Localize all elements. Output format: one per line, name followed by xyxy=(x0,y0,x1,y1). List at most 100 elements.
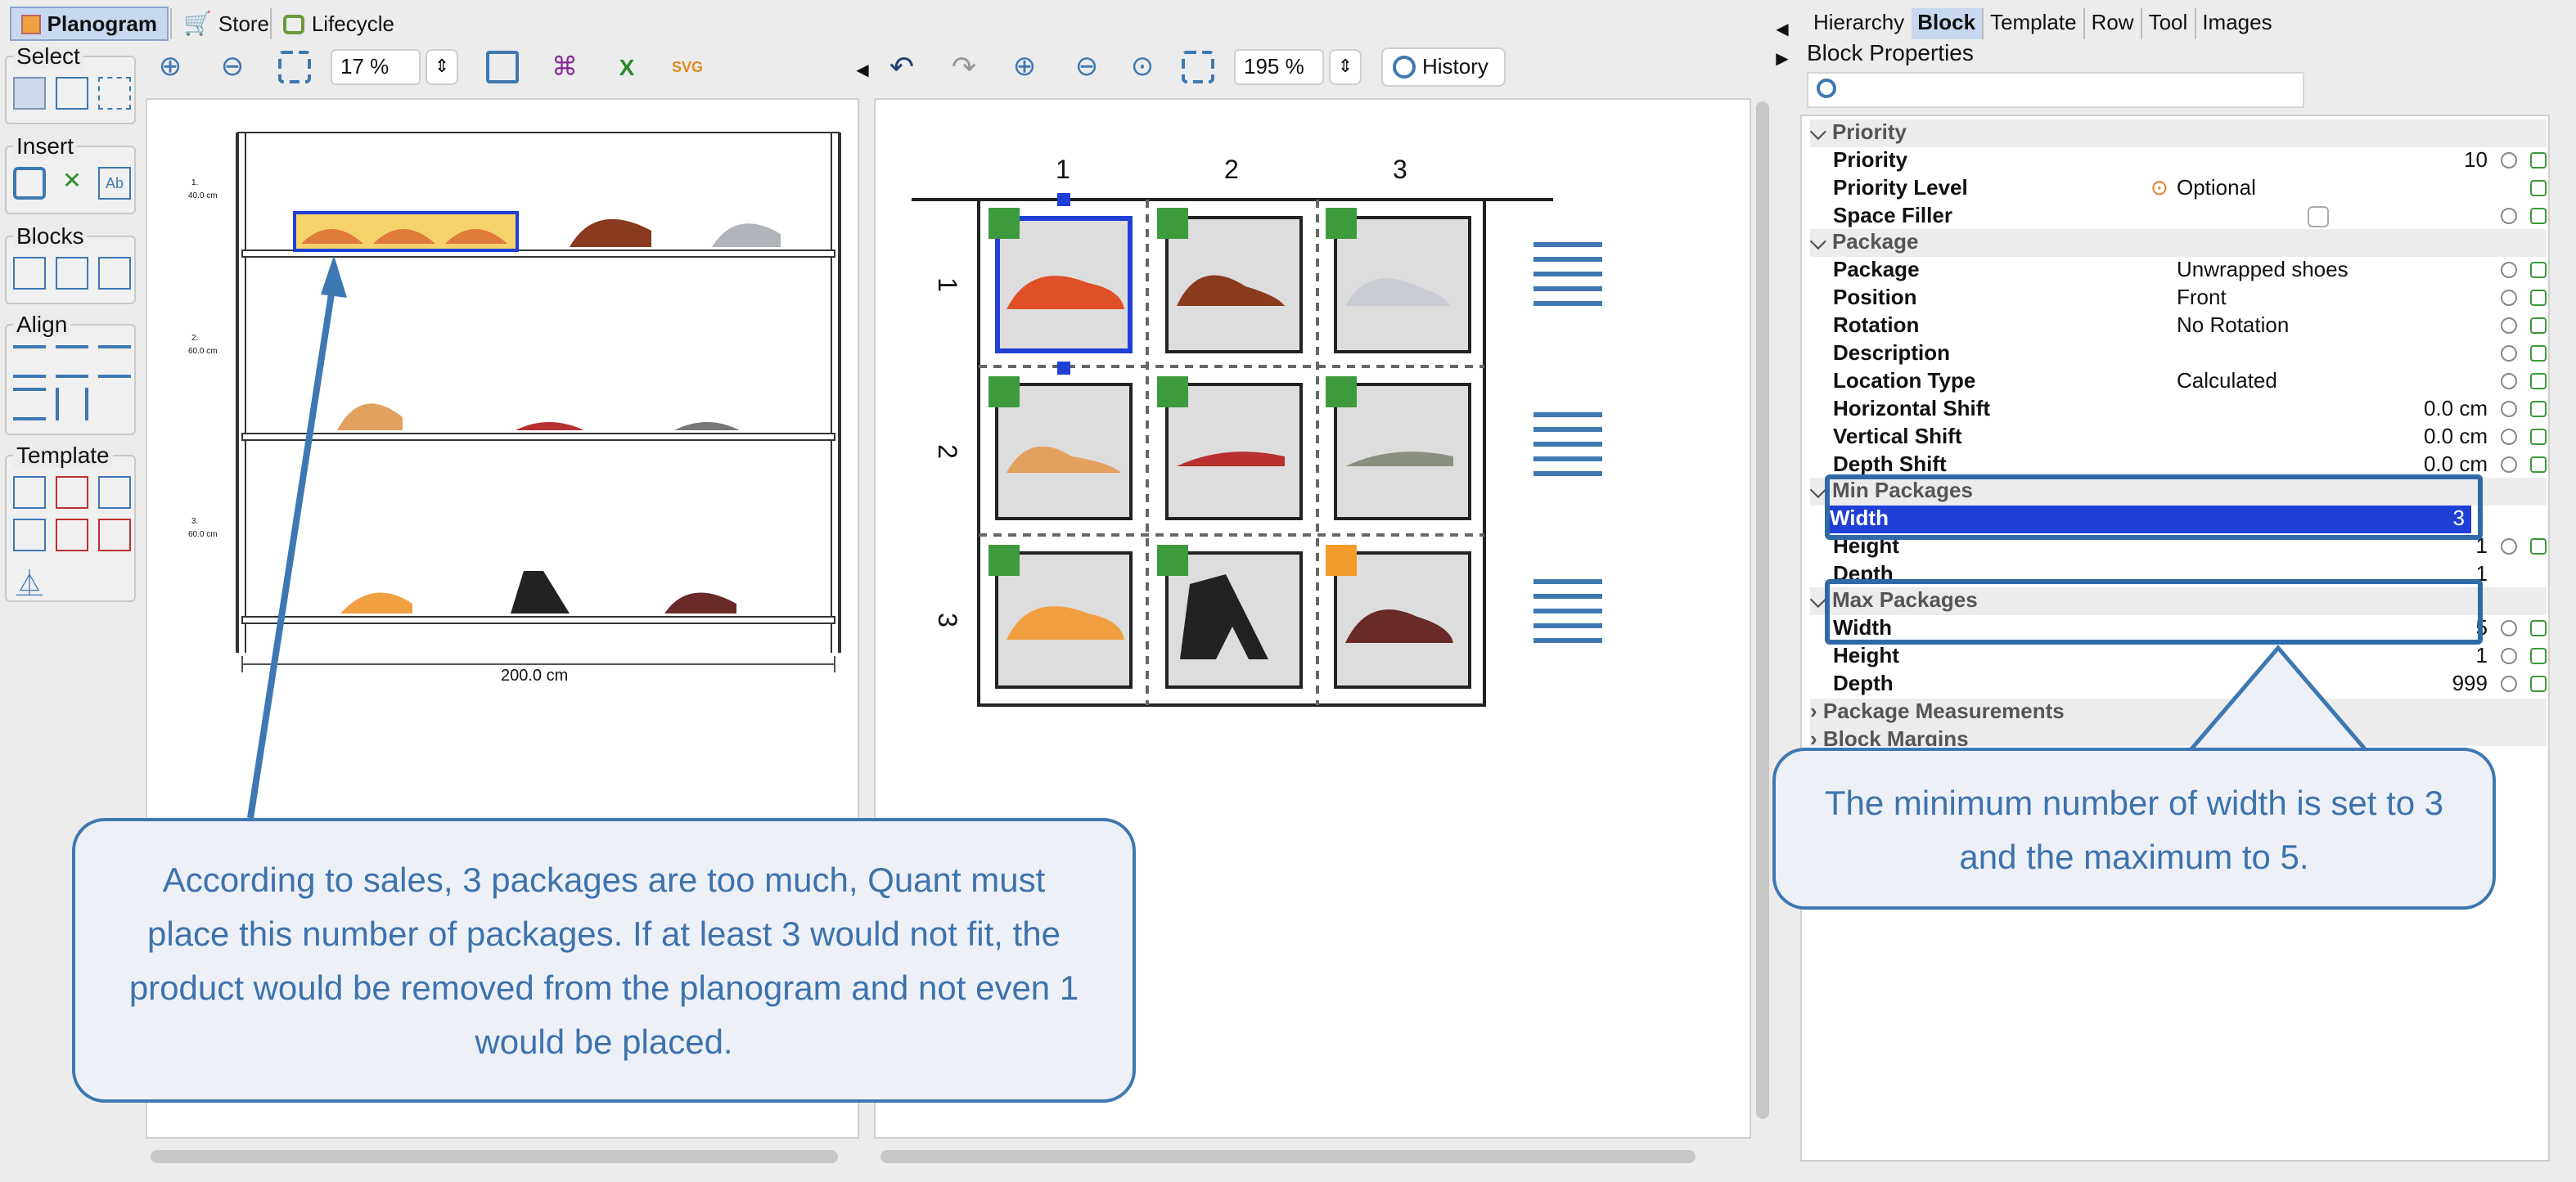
zoom-out-icon[interactable]: ⊖ xyxy=(1070,51,1103,83)
vertical-scrollbar[interactable] xyxy=(1756,101,1769,1119)
prop-position[interactable]: Position Front xyxy=(1833,285,2553,312)
template-clear-icon[interactable] xyxy=(56,519,88,551)
tab-store[interactable]: 🛒 Store xyxy=(173,7,272,41)
edit-icon[interactable] xyxy=(2530,262,2547,278)
reset-icon[interactable] xyxy=(2501,429,2517,445)
tab-planogram[interactable]: Planogram xyxy=(10,7,169,41)
prop-max-height[interactable]: Height 1 xyxy=(1833,643,2553,671)
align-left-icon[interactable] xyxy=(13,345,46,378)
template-mirror-icon[interactable]: ⏅ xyxy=(13,561,46,599)
edit-icon[interactable] xyxy=(2530,429,2547,445)
excel-export-icon[interactable]: X xyxy=(610,51,643,83)
tab-hierarchy[interactable]: Hierarchy xyxy=(1807,8,1911,39)
zoom-stepper[interactable]: ⇕ xyxy=(426,49,458,85)
edit-icon[interactable] xyxy=(2530,538,2547,555)
row-menu-icon[interactable] xyxy=(1533,242,1602,316)
prop-value[interactable]: Front xyxy=(2177,285,2227,309)
zoom-input[interactable]: 17 % xyxy=(331,49,421,85)
block-right-icon[interactable] xyxy=(98,257,131,290)
zoom-out-icon[interactable]: ⊖ xyxy=(216,51,249,83)
block-center-icon[interactable] xyxy=(56,257,88,290)
edit-icon[interactable] xyxy=(2530,620,2547,636)
prop-value[interactable]: 999 xyxy=(2452,671,2488,695)
align-center-icon[interactable] xyxy=(56,345,88,378)
edit-icon[interactable] xyxy=(2530,345,2547,362)
tab-row[interactable]: Row xyxy=(2083,8,2141,39)
prop-rotation[interactable]: Rotation No Rotation xyxy=(1833,312,2553,340)
horizontal-scrollbar[interactable] xyxy=(880,1150,1696,1163)
align-vertical-icon[interactable] xyxy=(56,388,88,420)
edit-icon[interactable] xyxy=(2530,401,2547,417)
template-table-icon[interactable] xyxy=(98,476,131,509)
zoom-fit-icon[interactable] xyxy=(1182,51,1214,83)
collapse-right-icon[interactable]: ◀ xyxy=(1774,13,1790,46)
insert-x-icon[interactable]: ✕ xyxy=(56,167,88,200)
zoom-in-icon[interactable]: ⊕ xyxy=(1008,51,1041,83)
collapse-left-icon[interactable]: ◀ xyxy=(854,54,871,87)
insert-shelf-icon[interactable] xyxy=(13,167,46,200)
select-tool-icon[interactable] xyxy=(13,77,46,110)
zoom-in-icon[interactable]: ⊕ xyxy=(154,51,187,83)
template-edit-icon[interactable] xyxy=(13,519,46,551)
copy-icon[interactable] xyxy=(486,51,519,83)
tab-tool[interactable]: Tool xyxy=(2140,8,2195,39)
reset-icon[interactable] xyxy=(2501,676,2517,692)
reset-icon[interactable] xyxy=(2501,208,2517,224)
expand-right-icon[interactable]: ▶ xyxy=(1774,43,1790,75)
edit-icon[interactable] xyxy=(2530,648,2547,664)
zoom-reset-icon[interactable]: ⊙ xyxy=(1126,51,1159,83)
select-grid-icon[interactable] xyxy=(56,77,88,110)
template-remove-icon[interactable] xyxy=(56,476,88,509)
reset-icon[interactable] xyxy=(2501,152,2517,169)
zoom-input[interactable]: 195 % xyxy=(1234,49,1324,85)
tab-images[interactable]: Images xyxy=(2194,8,2278,39)
reset-icon[interactable] xyxy=(2501,401,2517,417)
prop-value[interactable]: 10 xyxy=(2464,147,2488,172)
search-input[interactable] xyxy=(1807,72,2304,108)
prop-value[interactable]: Optional xyxy=(2177,175,2256,200)
row-menu-icon[interactable] xyxy=(1533,412,1602,486)
row-menu-icon[interactable] xyxy=(1533,579,1602,653)
template-add-icon[interactable] xyxy=(13,476,46,509)
svg-export-icon[interactable]: SVG xyxy=(671,51,704,83)
reset-icon[interactable] xyxy=(2501,290,2517,306)
reset-icon[interactable] xyxy=(2501,648,2517,664)
tab-lifecycle[interactable]: Lifecycle xyxy=(273,7,404,41)
reset-icon[interactable] xyxy=(2501,456,2517,473)
reset-icon[interactable] xyxy=(2501,538,2517,555)
space-filler-checkbox[interactable] xyxy=(2308,206,2329,227)
category-block-margins[interactable]: › Block Margins xyxy=(1810,726,2547,746)
edit-icon[interactable] xyxy=(2530,208,2547,224)
reset-icon[interactable] xyxy=(2501,317,2517,334)
insert-text-icon[interactable]: Ab xyxy=(98,167,131,200)
edit-icon[interactable] xyxy=(2530,676,2547,692)
align-right-icon[interactable] xyxy=(98,345,131,378)
reset-icon[interactable] xyxy=(2501,620,2517,636)
prop-description[interactable]: Description xyxy=(1833,340,2553,368)
block-left-icon[interactable] xyxy=(13,257,46,290)
tab-template[interactable]: Template xyxy=(1982,8,2083,39)
prop-vertical-shift[interactable]: Vertical Shift 0.0 cm xyxy=(1833,424,2553,452)
category-package-measurements[interactable]: › Package Measurements xyxy=(1810,699,2547,726)
tab-block[interactable]: Block xyxy=(1911,8,1983,39)
reset-icon[interactable] xyxy=(2501,262,2517,278)
prop-value[interactable]: 0.0 cm xyxy=(2424,452,2488,476)
pdf-export-icon[interactable]: ⌘ xyxy=(548,51,581,83)
prop-value[interactable]: 1 xyxy=(2476,643,2488,667)
category-priority[interactable]: ⌵ Priority xyxy=(1810,119,2547,147)
undo-icon[interactable]: ↶ xyxy=(885,50,918,83)
edit-icon[interactable] xyxy=(2530,152,2547,169)
zoom-fit-icon[interactable] xyxy=(278,51,311,83)
edit-icon[interactable] xyxy=(2530,290,2547,306)
prop-value[interactable]: 0.0 cm xyxy=(2424,424,2488,448)
edit-icon[interactable] xyxy=(2530,456,2547,473)
edit-icon[interactable] xyxy=(2530,373,2547,389)
select-area-icon[interactable] xyxy=(98,77,131,110)
template-delete-icon[interactable] xyxy=(98,519,131,551)
align-justify-icon[interactable] xyxy=(13,388,46,420)
prop-priority-level[interactable]: Priority Level ⊙ Optional xyxy=(1833,175,2553,203)
prop-value[interactable]: Unwrapped shoes xyxy=(2177,257,2349,281)
prop-value[interactable]: Calculated xyxy=(2177,368,2277,393)
prop-value[interactable]: No Rotation xyxy=(2177,312,2289,337)
prop-value[interactable]: 0.0 cm xyxy=(2424,396,2488,420)
